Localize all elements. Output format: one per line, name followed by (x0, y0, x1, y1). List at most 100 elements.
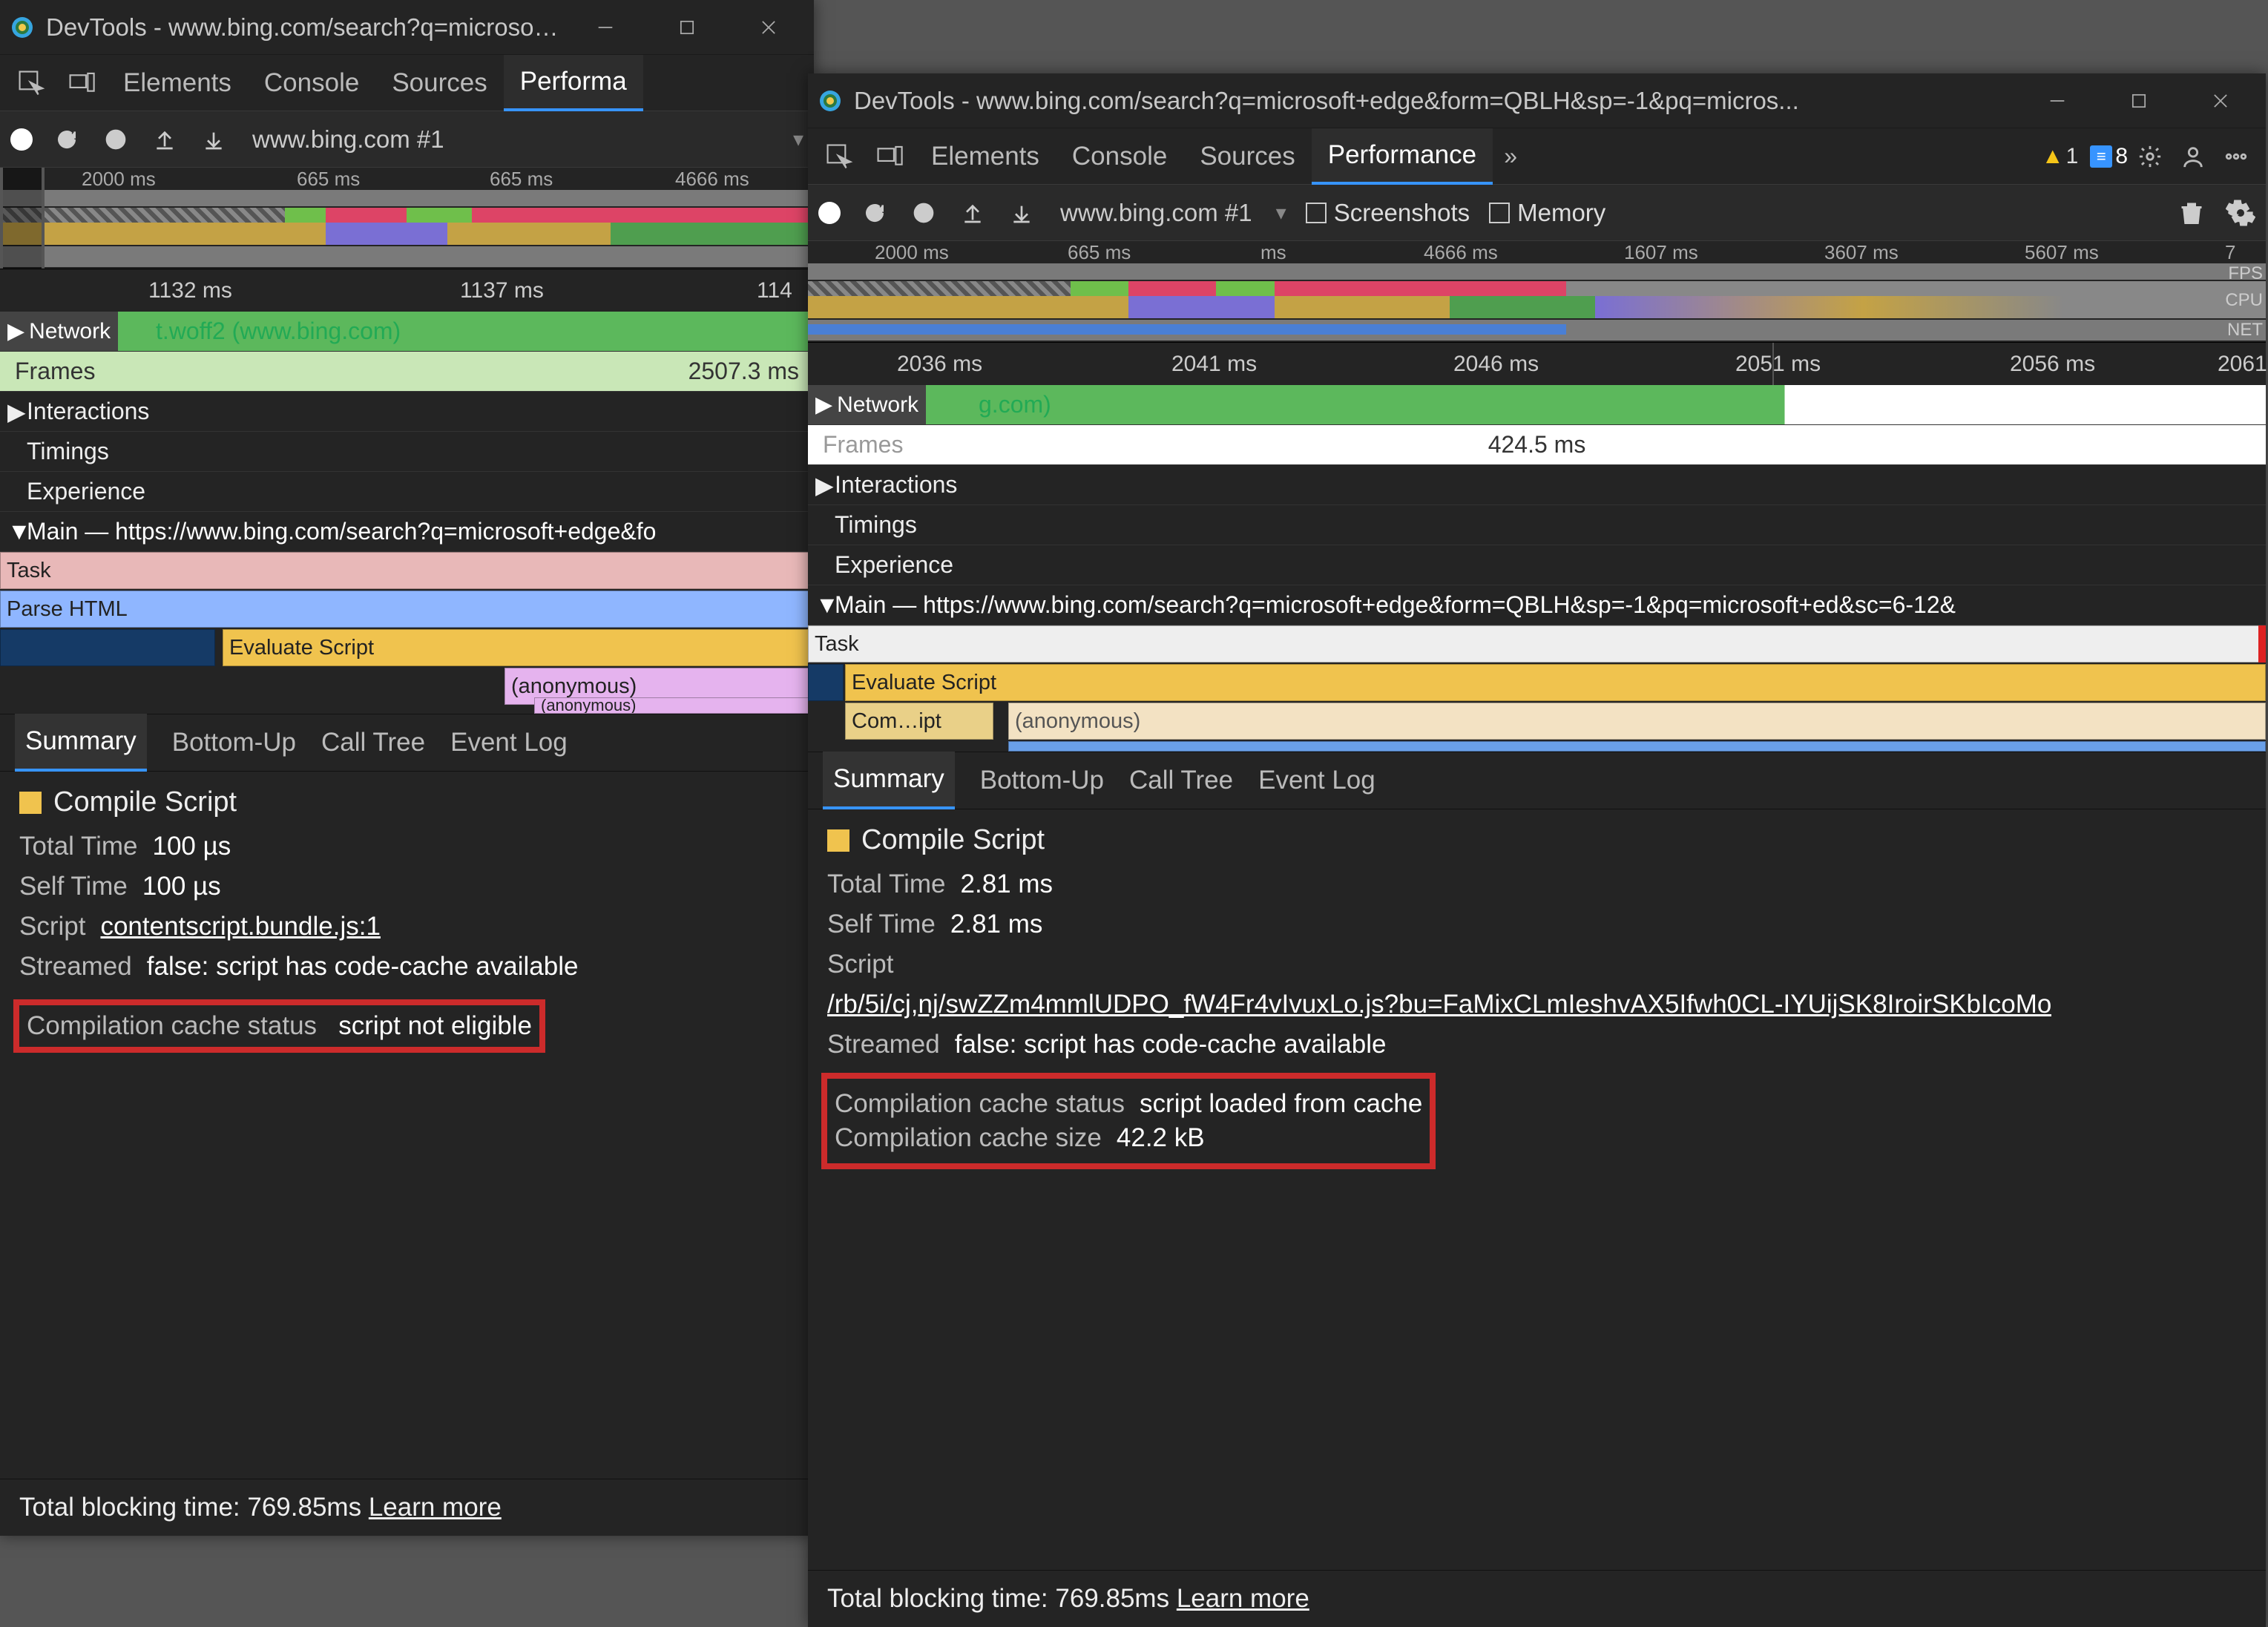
btab-summary[interactable]: Summary (823, 752, 955, 809)
tab-sources[interactable]: Sources (1183, 128, 1311, 185)
ruler-tick: 2056 ms (2010, 352, 2095, 377)
track-timings[interactable]: Timings (808, 505, 2266, 545)
record-button[interactable] (818, 202, 841, 224)
record-button[interactable] (10, 128, 33, 151)
detail-streamed-value: false: script has code-cache available (147, 952, 579, 982)
flame-task[interactable]: Task (808, 625, 2261, 663)
save-profile-button[interactable] (1007, 198, 1036, 228)
close-button[interactable] (2180, 79, 2261, 123)
kebab-menu-icon[interactable] (2221, 142, 2251, 171)
tab-console[interactable]: Console (1056, 128, 1183, 185)
overview-ruler[interactable]: 2000 ms 665 ms ms 4666 ms 1607 ms 3607 m… (808, 241, 2266, 342)
screenshots-checkbox[interactable]: Screenshots (1306, 199, 1470, 227)
load-profile-button[interactable] (958, 198, 987, 228)
overview-tick: 5607 ms (2025, 241, 2099, 264)
profile-dropdown-icon[interactable]: ▾ (1276, 200, 1286, 225)
footer: Total blocking time: 769.85ms Learn more (0, 1479, 814, 1536)
detail-script-link[interactable]: contentscript.bundle.js:1 (100, 912, 380, 941)
gc-button[interactable] (2177, 198, 2206, 228)
overview-tick: 665 ms (490, 168, 553, 191)
main-tabs: Elements Console Sources Performa (0, 55, 814, 111)
device-icon[interactable] (869, 136, 910, 177)
tab-elements[interactable]: Elements (107, 55, 248, 111)
track-experience[interactable]: Experience (808, 545, 2266, 585)
profile-selector[interactable]: www.bing.com #1 (1060, 199, 1252, 227)
save-profile-button[interactable] (199, 125, 229, 154)
tab-console[interactable]: Console (248, 55, 375, 111)
tab-performance[interactable]: Performance (1312, 128, 1493, 185)
btab-summary[interactable]: Summary (15, 714, 147, 772)
minimize-button[interactable] (565, 5, 646, 50)
flame-task[interactable]: Task (0, 552, 814, 589)
feedback-icon[interactable] (2178, 142, 2208, 171)
detail-cache-status-label: Compilation cache status (835, 1089, 1125, 1119)
track-frames[interactable]: Frames 424.5 ms (808, 425, 2266, 465)
profile-selector[interactable]: www.bing.com #1 (252, 125, 444, 154)
btab-bottom-up[interactable]: Bottom-Up (172, 714, 296, 772)
device-icon[interactable] (61, 62, 102, 104)
main-tabs: Elements Console Sources Performance » ▲… (808, 128, 2266, 185)
track-frames-value: 2507.3 ms (688, 358, 799, 385)
close-button[interactable] (728, 5, 809, 50)
track-main[interactable]: ▼Main — https://www.bing.com/search?q=mi… (0, 512, 814, 552)
btab-bottom-up[interactable]: Bottom-Up (980, 752, 1104, 809)
inspect-icon[interactable] (818, 136, 860, 177)
detail-ruler[interactable]: 2036 ms 2041 ms 2046 ms 2051 ms 2056 ms … (808, 342, 2266, 385)
flame-chart[interactable]: Task Evaluate Script Com…ipt (anonymous) (808, 625, 2266, 752)
flame-chart[interactable]: Task Parse HTML Evaluate Script (anonymo… (0, 552, 814, 714)
learn-more-link[interactable]: Learn more (1177, 1584, 1309, 1613)
clear-button[interactable] (101, 125, 131, 154)
track-network[interactable]: ▶ Network t.woff2 (www.bing.com) (0, 312, 814, 352)
track-network-label: Network (29, 319, 111, 344)
titlebar[interactable]: DevTools - www.bing.com/search?q=microso… (808, 73, 2266, 128)
titlebar[interactable]: DevTools - www.bing.com/search?q=microso… (0, 0, 814, 55)
minimize-button[interactable] (2016, 79, 2098, 123)
window-controls (2016, 79, 2261, 123)
track-experience[interactable]: Experience (0, 472, 814, 512)
flame-parse-html[interactable]: Parse HTML (0, 591, 814, 628)
detail-ruler[interactable]: 1132 ms 1137 ms 114 (0, 269, 814, 312)
track-frames[interactable]: Frames 2507.3 ms (0, 352, 814, 392)
warnings-badge[interactable]: ▲1 (2042, 144, 2078, 169)
clear-button[interactable] (909, 198, 939, 228)
detail-script-link[interactable]: /rb/5i/cj,nj/swZZm4mmlUDPO_fW4Fr4vIvuxLo… (827, 990, 2051, 1019)
memory-checkbox[interactable]: Memory (1489, 199, 1605, 227)
tab-performance[interactable]: Performa (504, 55, 643, 111)
capture-settings-icon[interactable] (2226, 198, 2255, 228)
flame-anonymous[interactable]: (anonymous) (534, 697, 814, 714)
btab-call-tree[interactable]: Call Tree (321, 714, 425, 772)
maximize-button[interactable] (646, 5, 728, 50)
learn-more-link[interactable]: Learn more (369, 1493, 502, 1522)
track-interactions[interactable]: ▶Interactions (0, 392, 814, 432)
tab-sources[interactable]: Sources (375, 55, 503, 111)
btab-event-log[interactable]: Event Log (450, 714, 568, 772)
overview-ruler[interactable]: 2000 ms 665 ms 665 ms 4666 ms (0, 168, 814, 269)
detail-cache-size-value: 42.2 kB (1117, 1123, 1205, 1153)
tracks-panel: ▶ Network g.com) Frames 424.5 ms ▶Intera… (808, 385, 2266, 625)
maximize-button[interactable] (2098, 79, 2180, 123)
profile-dropdown-icon[interactable]: ▾ (793, 127, 803, 151)
ruler-tick: 1132 ms (148, 278, 232, 303)
settings-gear-icon[interactable] (2135, 142, 2165, 171)
track-interactions[interactable]: ▶Interactions (808, 465, 2266, 505)
more-tabs-icon[interactable]: » (1493, 142, 1528, 170)
perf-toolbar: www.bing.com #1 ▾ Screenshots Memory (808, 185, 2266, 241)
messages-badge[interactable]: ≡8 (2090, 144, 2128, 169)
flame-evaluate-script[interactable]: Evaluate Script (845, 664, 2266, 701)
bottom-tabs: Summary Bottom-Up Call Tree Event Log (808, 752, 2266, 809)
btab-call-tree[interactable]: Call Tree (1129, 752, 1233, 809)
ruler-tick: 2046 ms (1453, 352, 1539, 377)
inspect-icon[interactable] (10, 62, 52, 104)
flame-anonymous[interactable]: (anonymous) (1008, 703, 2266, 740)
reload-record-button[interactable] (860, 198, 890, 228)
load-profile-button[interactable] (150, 125, 180, 154)
track-timings[interactable]: Timings (0, 432, 814, 472)
tab-elements[interactable]: Elements (915, 128, 1056, 185)
window-controls (565, 5, 809, 50)
flame-compile-script[interactable]: Com…ipt (845, 703, 993, 740)
track-main[interactable]: ▼Main — https://www.bing.com/search?q=mi… (808, 585, 2266, 625)
btab-event-log[interactable]: Event Log (1258, 752, 1375, 809)
flame-evaluate-script[interactable]: Evaluate Script (223, 629, 814, 666)
track-network[interactable]: ▶ Network g.com) (808, 385, 2266, 425)
reload-record-button[interactable] (52, 125, 82, 154)
